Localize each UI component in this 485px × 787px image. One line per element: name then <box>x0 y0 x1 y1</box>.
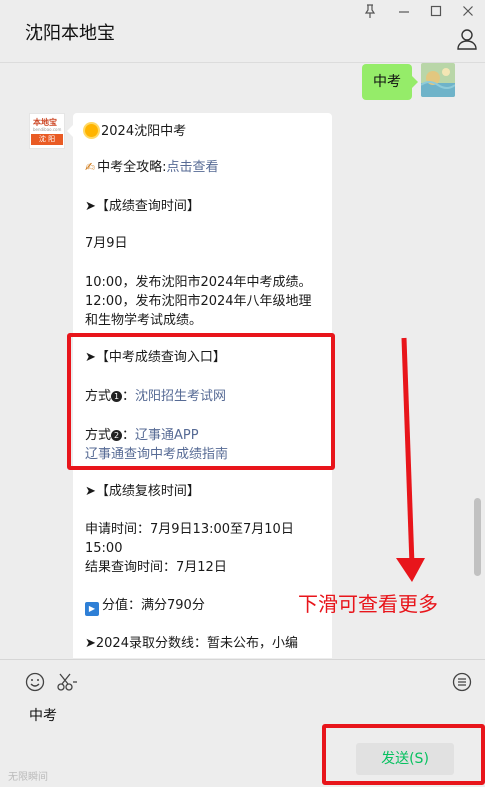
section-heading: ➤【成绩查询时间】 <box>85 199 200 214</box>
pin-icon[interactable] <box>360 4 380 20</box>
logo-url: bendibao.com <box>33 127 62 132</box>
title-bar: 沈阳本地宝 <box>0 0 485 63</box>
my-avatar[interactable] <box>421 63 455 97</box>
my-message-bubble[interactable]: 中考 <box>362 64 418 100</box>
chat-title: 沈阳本地宝 <box>25 23 115 44</box>
message-line: 10:00，发布沈阳市2024年中考成绩。 <box>85 275 312 290</box>
maximize-icon[interactable] <box>426 4 446 20</box>
input-area: 中考 发送(S) 无限瞬间 <box>0 659 485 787</box>
emoji-icon[interactable] <box>24 671 46 693</box>
message-line: ✍ 中考全攻略:点击查看 <box>85 160 219 175</box>
scroll-hint-text: 下滑可查看更多 <box>298 592 438 616</box>
watermark: 无限瞬间 <box>8 772 48 783</box>
minimize-icon[interactable] <box>394 4 414 20</box>
chat-scrollbar[interactable] <box>474 498 481 576</box>
message-line: 7月9日 <box>85 236 128 251</box>
official-account-avatar[interactable]: 本地宝 bendibao.com 沈 阳 <box>29 113 65 149</box>
message-line: 2024沈阳中考 <box>85 122 186 141</box>
message-line: 15:00 <box>85 541 123 556</box>
logo-city: 沈 阳 <box>31 134 63 145</box>
close-icon[interactable] <box>458 4 478 20</box>
sun-icon <box>85 124 98 137</box>
writing-hand-icon: ✍ <box>85 160 96 174</box>
message-line: 12:00，发布沈阳市2024年八年级地理 <box>85 294 312 309</box>
play-icon: ▶ <box>85 602 99 616</box>
message-line: ➤2024录取分数线：暂未公布，小编 <box>85 636 298 651</box>
chat-history-icon[interactable] <box>451 671 473 693</box>
send-button[interactable]: 发送(S) <box>356 743 454 775</box>
highlight-box <box>67 333 335 470</box>
message-line: 结果查询时间：7月12日 <box>85 560 227 575</box>
screenshot-scissors-icon[interactable] <box>56 671 78 693</box>
section-heading: ➤【成绩复核时间】 <box>85 484 200 499</box>
message-line: ▶ 分值：满分790分 <box>85 596 205 616</box>
message-line: 申请时间：7月9日13:00至7月10日 <box>85 522 294 537</box>
user-profile-icon[interactable] <box>456 28 478 50</box>
guide-link[interactable]: 点击查看 <box>166 160 218 175</box>
message-input[interactable]: 中考 <box>29 705 57 725</box>
message-line: 和生物学考试成绩。 <box>85 313 203 328</box>
